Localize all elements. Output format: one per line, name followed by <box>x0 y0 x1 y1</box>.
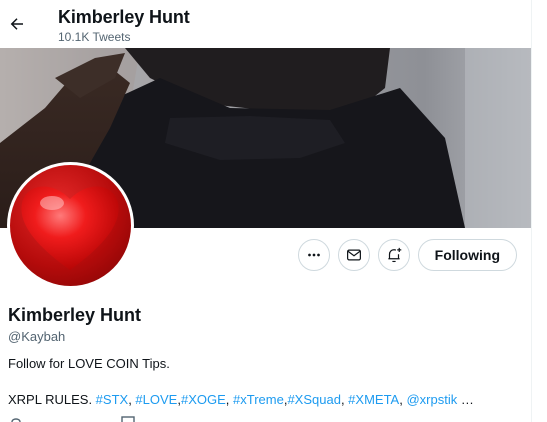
bell-plus-icon <box>388 247 401 263</box>
following-button[interactable]: Following <box>417 239 517 271</box>
scrollbar-track[interactable] <box>531 0 547 422</box>
message-button[interactable] <box>337 239 370 271</box>
tweet-count: 10.1K Tweets <box>58 30 131 44</box>
profile-header: Kimberley Hunt 10.1K Tweets <box>0 0 531 48</box>
avatar-image <box>10 165 131 286</box>
bio-separator: , <box>225 392 233 407</box>
hashtag-link[interactable]: #XOGE <box>181 392 226 407</box>
bio-ellipsis: … <box>457 392 474 407</box>
profile-meta-row <box>8 416 208 422</box>
envelope-icon <box>346 249 361 261</box>
arrow-left-icon <box>10 18 23 30</box>
back-button[interactable] <box>4 6 30 42</box>
profile-handle: @Kaybah <box>8 329 66 344</box>
avatar[interactable] <box>7 162 134 289</box>
hashtag-link[interactable]: #STX <box>96 392 129 407</box>
bio-line-1: Follow for LOVE COIN Tips. <box>8 356 170 371</box>
bio-prefix: XRPL RULES. <box>8 392 96 407</box>
profile-actions: Following <box>297 239 517 271</box>
location-icon <box>11 418 21 422</box>
hashtag-link[interactable]: #LOVE <box>135 392 177 407</box>
profile-name: Kimberley Hunt <box>8 305 142 325</box>
bio-line-2: XRPL RULES. #STX, #LOVE,#XOGE, #xTreme,#… <box>8 392 474 407</box>
heart-icon <box>21 186 119 270</box>
calendar-icon <box>121 416 135 422</box>
hashtag-link[interactable]: #XMETA <box>348 392 399 407</box>
mention-link[interactable]: @xrpstik <box>406 392 457 407</box>
hashtag-link[interactable]: #xTreme <box>233 392 284 407</box>
notifications-button[interactable] <box>377 239 410 271</box>
hashtag-link[interactable]: #XSquad <box>287 392 341 407</box>
more-icon <box>307 253 320 257</box>
more-button[interactable] <box>297 239 330 271</box>
header-title: Kimberley Hunt <box>58 7 190 27</box>
